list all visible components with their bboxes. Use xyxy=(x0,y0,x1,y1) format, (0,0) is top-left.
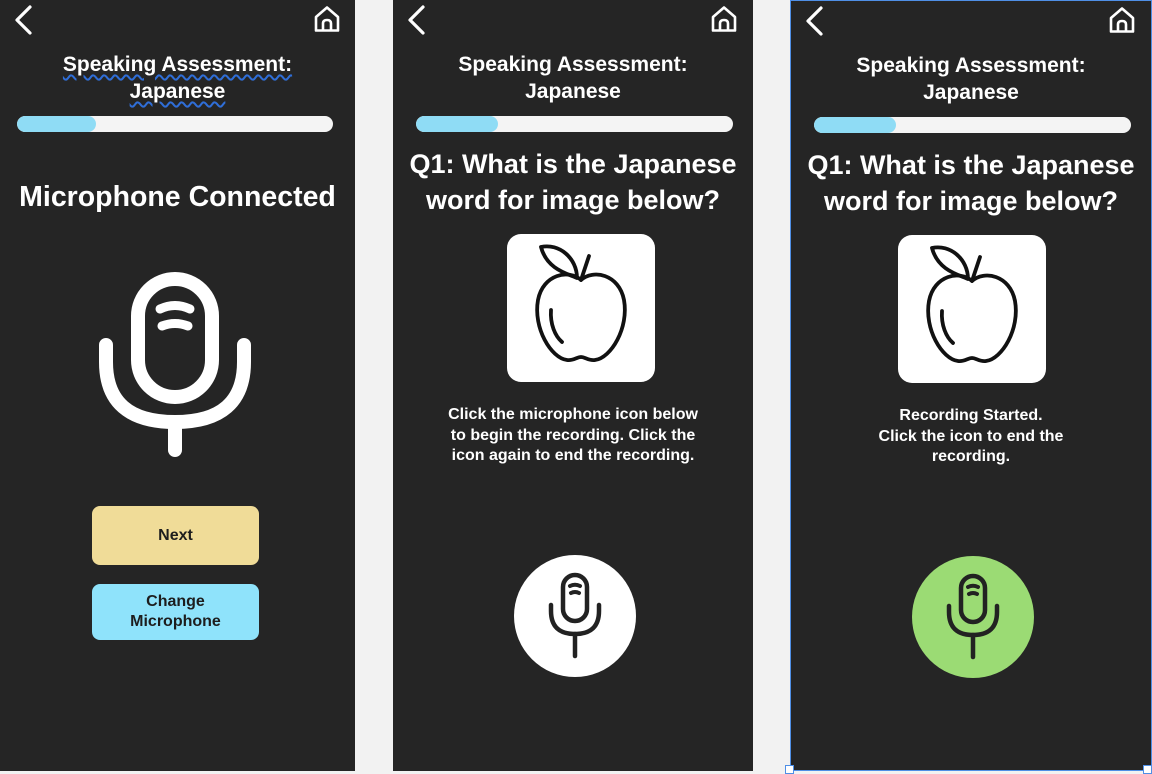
instruction-line-2: Click the icon to end the xyxy=(878,427,1064,445)
apple-icon xyxy=(926,245,1018,364)
title-line-1: Speaking Assessment: xyxy=(856,54,1086,77)
progress-bar xyxy=(416,116,733,132)
question-image-card xyxy=(898,235,1046,383)
title-line-2: Japanese xyxy=(923,81,1019,104)
instruction-line-3: icon again to end the recording. xyxy=(451,447,695,464)
instruction-line-1: Click the microphone icon below xyxy=(448,406,698,423)
microphone-icon xyxy=(548,572,602,659)
question-text: Q1: What is the Japanese word for image … xyxy=(791,147,1151,219)
chevron-left-icon xyxy=(806,6,823,36)
screen-question-idle: Speaking Assessment: Japanese Q1: What i… xyxy=(393,0,753,771)
selection-handle[interactable] xyxy=(785,765,794,774)
chevron-left-icon xyxy=(15,5,32,35)
progress-fill xyxy=(416,116,499,132)
progress-bar xyxy=(17,116,333,132)
instruction-line-1: Recording Started. xyxy=(899,407,1043,424)
title-line-1: Speaking Assessment: xyxy=(458,53,688,76)
question-text: Q1: What is the Japanese word for image … xyxy=(393,146,753,218)
home-icon xyxy=(1109,7,1135,33)
back-button[interactable] xyxy=(799,3,831,39)
home-button[interactable] xyxy=(312,4,342,34)
chevron-left-icon xyxy=(408,5,425,35)
next-button-label: Next xyxy=(158,526,193,544)
question-image-card xyxy=(507,234,655,382)
back-button[interactable] xyxy=(401,2,433,38)
microphone-icon xyxy=(98,272,252,457)
instruction-line-2: to begin the recording. Click the xyxy=(450,426,696,444)
title-line-2: Japanese xyxy=(525,80,621,103)
screen-question-recording: Speaking Assessment: Japanese Q1: What i… xyxy=(790,0,1152,771)
instruction-line-3: recording. xyxy=(931,448,1011,465)
page-title: Speaking Assessment: Japanese xyxy=(393,51,753,105)
record-button[interactable] xyxy=(514,555,636,677)
back-button[interactable] xyxy=(8,2,40,38)
change-microphone-button[interactable]: Change Microphone xyxy=(92,584,259,640)
home-button[interactable] xyxy=(709,4,739,34)
change-label-line-2: Microphone xyxy=(130,613,221,630)
selection-handle[interactable] xyxy=(1143,765,1152,774)
title-line-1: Speaking Assessment: xyxy=(62,53,293,76)
page-title: Speaking Assessment: Japanese xyxy=(791,52,1151,106)
progress-bar xyxy=(814,117,1131,133)
question-line-2: word for image below? xyxy=(823,186,1119,216)
question-line-2: word for image below? xyxy=(425,185,721,215)
status-heading: Microphone Connected xyxy=(19,181,336,213)
title-line-2: Japanese xyxy=(129,80,226,103)
record-button-recording[interactable] xyxy=(912,556,1034,678)
instruction-text: Click the microphone icon below to begin… xyxy=(393,405,753,467)
change-label-line-1: Change xyxy=(146,593,205,610)
question-line-1: Q1: What is the Japanese xyxy=(807,150,1135,180)
next-button[interactable]: Next xyxy=(92,506,259,565)
apple-icon xyxy=(535,244,627,363)
question-line-1: Q1: What is the Japanese xyxy=(409,149,737,179)
home-button[interactable] xyxy=(1107,5,1137,35)
home-icon xyxy=(314,6,340,32)
instruction-text: Recording Started. Click the icon to end… xyxy=(791,406,1151,468)
page-title: Speaking Assessment: Japanese xyxy=(0,51,355,105)
progress-fill xyxy=(17,116,96,132)
microphone-icon xyxy=(946,573,1000,660)
progress-fill xyxy=(814,117,897,133)
home-icon xyxy=(711,6,737,32)
screen-microphone-connected: Speaking Assessment: Japanese Microphone… xyxy=(0,0,355,771)
